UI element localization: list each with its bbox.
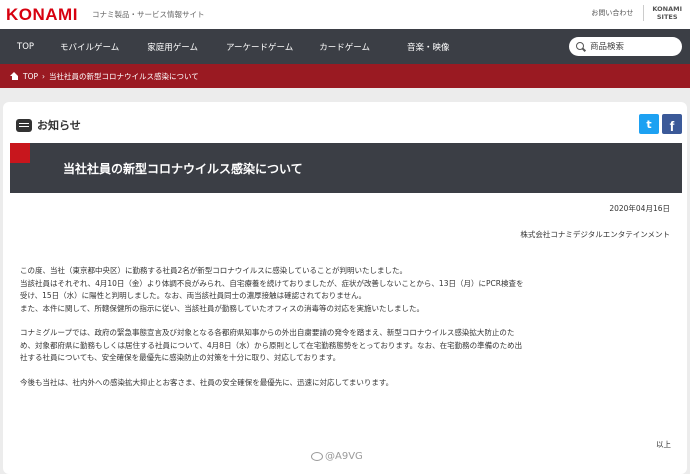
breadcrumb-current: 当社社員の新型コロナウイルス感染について bbox=[49, 71, 199, 81]
contact-link[interactable]: お問い合わせ bbox=[591, 8, 633, 18]
notice-label: お知らせ bbox=[37, 119, 81, 132]
facebook-icon[interactable]: f bbox=[662, 114, 682, 134]
article-date: 2020年04月16日 bbox=[609, 204, 670, 213]
watermark: @A9VG bbox=[311, 451, 363, 462]
home-icon bbox=[10, 72, 19, 80]
breadcrumb-separator: › bbox=[42, 71, 46, 81]
search-icon[interactable] bbox=[576, 41, 586, 52]
closing-mark: 以上 bbox=[656, 440, 671, 449]
sites-line2: SITES bbox=[656, 13, 678, 21]
site-tagline: コナミ製品・サービス情報サイト bbox=[91, 10, 205, 19]
speech-bubble-icon bbox=[16, 118, 32, 132]
body-line: 今後も当社は、社内外への感染拡大抑止とお客さま、社員の安全確保を最優先に、迅速に… bbox=[20, 377, 394, 387]
article-body: この度、当社（東京都中央区）に勤務する社員2名が新型コロナウイルスに感染している… bbox=[20, 265, 680, 389]
search-input[interactable] bbox=[590, 41, 675, 52]
top-bar: KONAMI コナミ製品・サービス情報サイト お問い合わせ KONAMI SIT… bbox=[0, 0, 690, 29]
title-accent-mark bbox=[10, 143, 30, 163]
konami-sites-link[interactable]: KONAMI SITES bbox=[652, 5, 682, 21]
body-line: め、対象都府県に勤務もしくは居住する社員について、4月8日（水）から原則として在… bbox=[20, 340, 523, 350]
body-line: 当該社員はそれぞれ、4月10日（金）より体調不良がみられ、自宅療養を続けておりま… bbox=[20, 278, 524, 288]
company-name: 株式会社コナミデジタルエンタテインメント bbox=[520, 230, 670, 239]
article-title-bar: 当社社員の新型コロナウイルス感染について bbox=[10, 143, 682, 193]
breadcrumb: TOP › 当社社員の新型コロナウイルス感染について bbox=[0, 64, 690, 88]
nav-item-mobile-games[interactable]: モバイルゲーム bbox=[38, 41, 119, 53]
body-line: 社する社員についても、安全確保を最優先に感染防止の対策を十分に取り、対応しており… bbox=[20, 353, 341, 362]
konami-logo[interactable]: KONAMI bbox=[6, 5, 78, 25]
twitter-icon[interactable]: t bbox=[639, 114, 659, 134]
page-title: 当社社員の新型コロナウイルス感染について bbox=[63, 161, 303, 176]
weibo-icon bbox=[311, 452, 323, 461]
search-box[interactable] bbox=[569, 37, 682, 56]
nav-item-card-games[interactable]: カードゲーム bbox=[293, 41, 370, 53]
sites-line1: KONAMI bbox=[652, 5, 682, 13]
nav-item-arcade-games[interactable]: アーケードゲーム bbox=[198, 41, 293, 53]
social-share: t f bbox=[639, 114, 682, 134]
divider bbox=[643, 5, 645, 21]
notice-heading: お知らせ bbox=[16, 117, 81, 133]
body-line: この度、当社（東京都中央区）に勤務する社員2名が新型コロナウイルスに感染している… bbox=[20, 266, 408, 275]
nav-item-top[interactable]: TOP bbox=[0, 42, 38, 52]
watermark-text: @A9VG bbox=[325, 451, 363, 462]
content-card: お知らせ t f 当社社員の新型コロナウイルス感染について 2020年04月16… bbox=[3, 102, 687, 474]
body-line: また、本件に関して、所轄保健所の指示に従い、当該社員が勤務していたオフィスの消毒… bbox=[20, 303, 425, 313]
breadcrumb-home-link[interactable]: TOP bbox=[23, 72, 38, 81]
body-line: コナミグループでは、政府の緊急事態宣言及び対象となる各都府県知事からの外出自粛要… bbox=[20, 328, 515, 337]
nav-item-home-games[interactable]: 家庭用ゲーム bbox=[119, 41, 198, 53]
body-line: 受け、15日（水）に陽性と判明しました。なお、両当該社員同士の濃厚接触は確認され… bbox=[20, 291, 366, 300]
top-right-links: お問い合わせ KONAMI SITES bbox=[591, 5, 682, 21]
nav-item-music-video[interactable]: 音楽・映像 bbox=[370, 41, 450, 53]
main-nav: TOP モバイルゲーム 家庭用ゲーム アーケードゲーム カードゲーム 音楽・映像 bbox=[0, 29, 690, 64]
